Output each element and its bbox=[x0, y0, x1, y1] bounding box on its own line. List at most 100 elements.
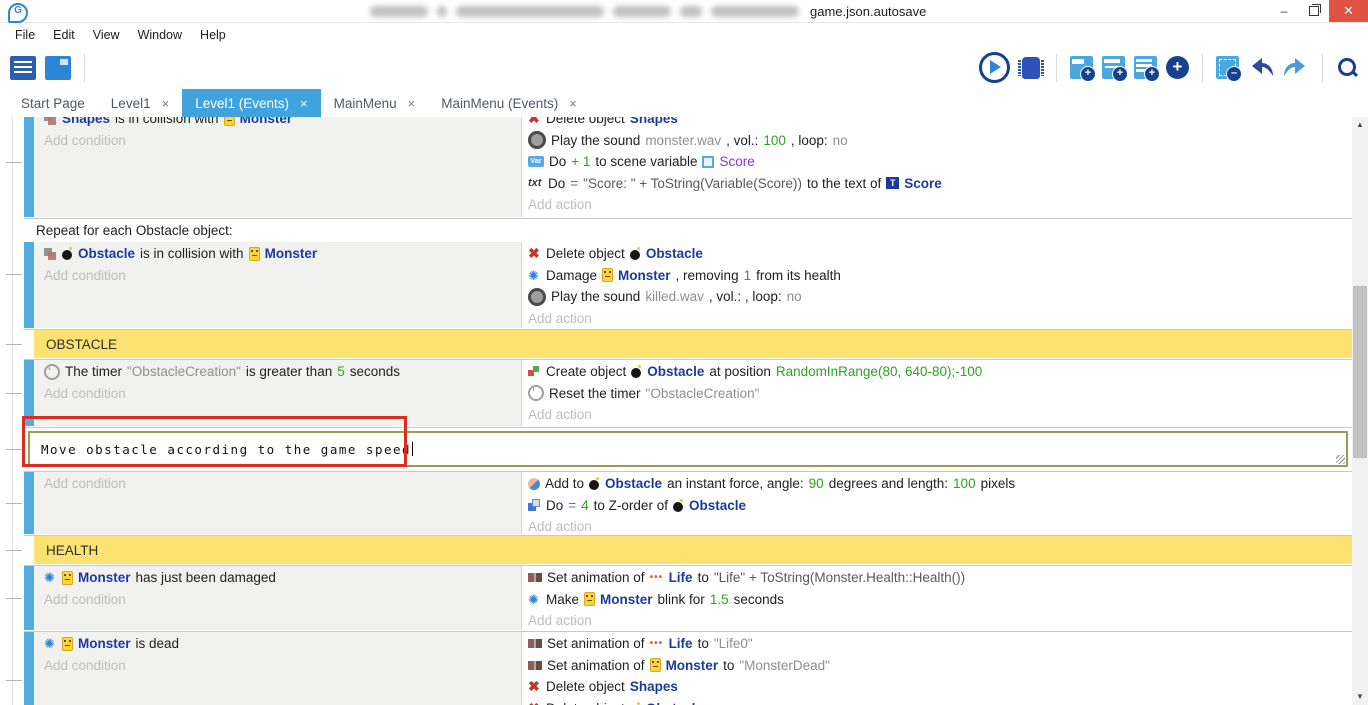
text-segment: to the text of bbox=[807, 176, 881, 191]
add-condition-link[interactable]: Add condition bbox=[44, 655, 521, 677]
add-condition-link[interactable]: Add condition bbox=[44, 473, 521, 495]
tab-close-icon[interactable]: × bbox=[300, 96, 308, 111]
action-line[interactable]: Play the soundmonster.wav, vol.:100, loo… bbox=[528, 130, 1352, 152]
scrollbar-thumb[interactable] bbox=[1353, 286, 1367, 458]
text-segment: Monster bbox=[240, 117, 293, 126]
condition-line[interactable]: Shapesis in collision withMonster bbox=[44, 117, 521, 130]
action-line[interactable]: Set animation ofLifeto"Life0" bbox=[528, 633, 1352, 655]
add-action-link[interactable]: Add action bbox=[528, 308, 1352, 329]
action-line[interactable]: Delete objectObstacle bbox=[528, 243, 1352, 265]
add-condition-link[interactable]: Add condition bbox=[44, 130, 521, 152]
text-segment: Set animation of bbox=[547, 636, 645, 651]
text-segment: , vol.: bbox=[726, 133, 758, 148]
condition-line[interactable]: Monsteris dead bbox=[44, 633, 521, 655]
menu-window[interactable]: Window bbox=[129, 28, 191, 42]
section-header-label[interactable]: OBSTACLE bbox=[34, 330, 1352, 358]
toolbar-separator bbox=[84, 54, 85, 82]
resize-grip-icon[interactable] bbox=[1336, 455, 1345, 464]
tab-close-icon[interactable]: × bbox=[569, 96, 577, 111]
undo-button[interactable] bbox=[1248, 56, 1274, 80]
event-selection-bar[interactable] bbox=[24, 242, 34, 328]
action-line[interactable]: Play the soundkilled.wav, vol.: , loop:n… bbox=[528, 286, 1352, 308]
action-line[interactable]: Create objectObstacleat positionRandomIn… bbox=[528, 361, 1352, 383]
tab-mainmenu-events-[interactable]: MainMenu (Events)× bbox=[428, 89, 590, 117]
action-line[interactable]: Set animation ofMonsterto"MonsterDead" bbox=[528, 655, 1352, 677]
comment-move-obstacle: Move obstacle according to the game spee… bbox=[24, 427, 1352, 470]
action-line[interactable]: Reset the timer"ObstacleCreation" bbox=[528, 383, 1352, 405]
action-line[interactable]: Delete objectShapes bbox=[528, 117, 1352, 130]
event-selection-bar[interactable] bbox=[24, 632, 34, 705]
condition-line[interactable]: Obstacleis in collision withMonster bbox=[44, 243, 521, 265]
text-segment: 5 bbox=[337, 364, 345, 379]
action-line[interactable]: Add toObstaclean instant force, angle:90… bbox=[528, 473, 1352, 495]
action-line[interactable]: Do="Score: " + ToString(Variable(Score))… bbox=[528, 173, 1352, 195]
add-subevent-button[interactable] bbox=[1102, 56, 1125, 79]
text-segment: 90 bbox=[809, 476, 824, 491]
menu-edit[interactable]: Edit bbox=[44, 28, 84, 42]
scroll-up-arrow[interactable]: ▲ bbox=[1352, 117, 1368, 133]
text-segment: , loop: bbox=[791, 133, 828, 148]
tab-start-page[interactable]: Start Page bbox=[8, 89, 98, 117]
debugger-button[interactable] bbox=[1022, 57, 1040, 79]
add-event-button[interactable] bbox=[1070, 56, 1093, 79]
menu-help[interactable]: Help bbox=[191, 28, 235, 42]
action-line[interactable]: Set animation ofLifeto"Life" + ToString(… bbox=[528, 567, 1352, 589]
toolbar-separator bbox=[1202, 54, 1203, 82]
obstacle-object-icon bbox=[589, 477, 600, 490]
search-button[interactable] bbox=[1336, 56, 1358, 80]
add-condition-link[interactable]: Add condition bbox=[44, 265, 521, 287]
life-object-icon bbox=[650, 572, 664, 583]
event-selection-bar[interactable] bbox=[24, 360, 34, 426]
start-page-icon[interactable] bbox=[45, 56, 71, 80]
force-icon bbox=[528, 478, 540, 490]
add-more-button[interactable] bbox=[1166, 56, 1189, 79]
maximize-button[interactable] bbox=[1299, 0, 1329, 22]
event-selection-bar[interactable] bbox=[24, 472, 34, 534]
action-line[interactable]: MakeMonsterblink for1.5seconds bbox=[528, 589, 1352, 611]
redo-button[interactable] bbox=[1283, 56, 1309, 80]
text-segment: , vol.: , loop: bbox=[709, 289, 782, 304]
close-button[interactable]: ✕ bbox=[1329, 0, 1368, 22]
text-segment: Play the sound bbox=[551, 133, 640, 148]
event-selection-bar[interactable] bbox=[24, 117, 34, 217]
section-header-label[interactable]: HEALTH bbox=[34, 536, 1352, 564]
tab-close-icon[interactable]: × bbox=[162, 96, 170, 111]
add-condition-link[interactable]: Add condition bbox=[44, 589, 521, 611]
scroll-down-arrow[interactable]: ▼ bbox=[1352, 689, 1368, 705]
text-segment: Add condition bbox=[44, 268, 126, 283]
vertical-scrollbar[interactable]: ▲ ▼ bbox=[1352, 117, 1368, 705]
action-line[interactable]: Delete objectShapes bbox=[528, 676, 1352, 698]
tab-close-icon[interactable]: × bbox=[408, 96, 416, 111]
comment-edit-textarea[interactable]: Move obstacle according to the game spee… bbox=[28, 431, 1348, 467]
foreach-header[interactable]: Repeat for each Obstacle object: bbox=[24, 219, 1352, 242]
action-line[interactable]: Do+ 1to scene variableScore bbox=[528, 151, 1352, 173]
add-condition-link[interactable]: Add condition bbox=[44, 383, 521, 405]
actions-column: Create objectObstacleat positionRandomIn… bbox=[522, 360, 1352, 426]
text-segment: "MonsterDead" bbox=[739, 658, 830, 673]
project-manager-icon[interactable] bbox=[10, 56, 36, 80]
add-action-link[interactable]: Add action bbox=[528, 194, 1352, 216]
sound-icon bbox=[528, 131, 546, 149]
tab-level1[interactable]: Level1× bbox=[98, 89, 182, 117]
actions-column: Delete objectObstacleDamageMonster, remo… bbox=[522, 242, 1352, 328]
add-action-link[interactable]: Add action bbox=[528, 404, 1352, 426]
condition-line[interactable]: The timer"ObstacleCreation"is greater th… bbox=[44, 361, 521, 383]
action-line[interactable]: DamageMonster, removing1from its health bbox=[528, 265, 1352, 287]
condition-line[interactable]: Monsterhas just been damaged bbox=[44, 567, 521, 589]
add-action-link[interactable]: Add action bbox=[528, 610, 1352, 630]
tab-mainmenu[interactable]: MainMenu× bbox=[321, 89, 429, 117]
menu-file[interactable]: File bbox=[6, 28, 44, 42]
minimize-button[interactable]: – bbox=[1269, 0, 1299, 22]
play-button[interactable] bbox=[979, 52, 1010, 83]
action-line[interactable]: Do=4to Z-order ofObstacle bbox=[528, 495, 1352, 517]
text-segment: Add condition bbox=[44, 658, 126, 673]
action-line[interactable]: Delete objectObstacle bbox=[528, 698, 1352, 705]
add-comment-event-button[interactable] bbox=[1134, 56, 1157, 79]
add-action-link[interactable]: Add action bbox=[528, 516, 1352, 534]
event-selection-bar[interactable] bbox=[24, 566, 34, 630]
animation-icon bbox=[528, 639, 542, 648]
tab-level1-events-[interactable]: Level1 (Events)× bbox=[182, 89, 320, 117]
menu-view[interactable]: View bbox=[84, 28, 129, 42]
text-segment: Score bbox=[904, 176, 942, 191]
delete-event-button[interactable] bbox=[1216, 56, 1239, 79]
